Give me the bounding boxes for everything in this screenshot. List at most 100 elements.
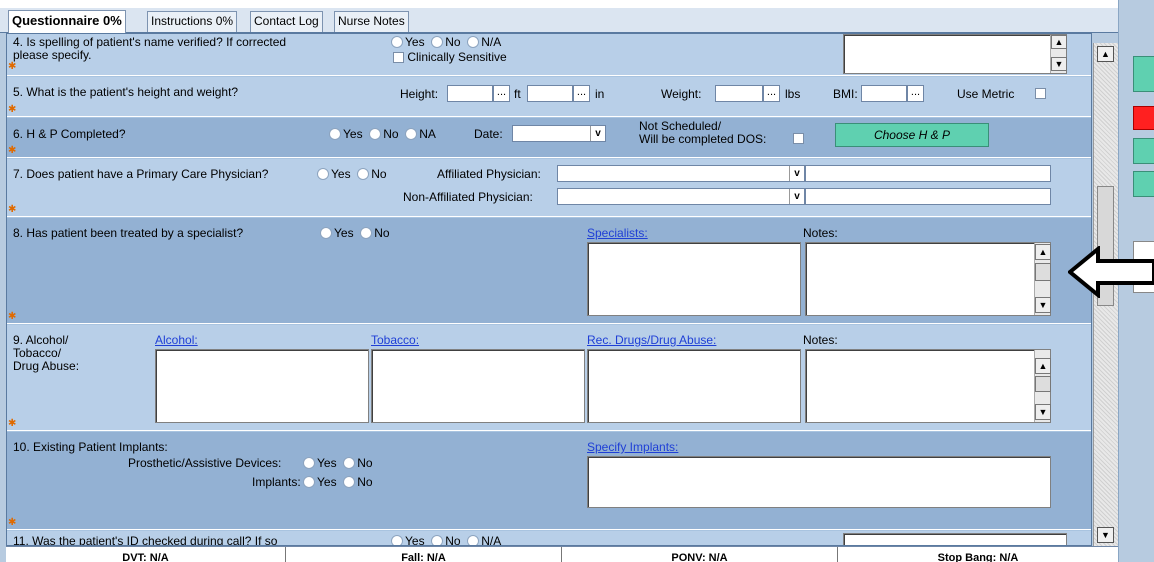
implants-no-radio[interactable] (343, 476, 356, 488)
prosthetic-options: Yes No (303, 456, 373, 470)
prosthetic-no-radio[interactable] (343, 457, 356, 469)
question-6-text: 6. H & P Completed? (13, 127, 126, 141)
scroll-up-icon[interactable]: ▲ (1035, 358, 1051, 374)
q11-na-radio[interactable] (467, 535, 480, 545)
q6-date-dropdown[interactable]: v (512, 125, 606, 142)
required-star-icon: ✱ (8, 311, 17, 322)
q4-yes-radio[interactable] (391, 36, 403, 48)
affiliated-physician-label: Affiliated Physician: (437, 167, 541, 181)
rec-drugs-link[interactable]: Rec. Drugs/Drug Abuse: (587, 333, 716, 347)
height-ft-input[interactable] (447, 85, 493, 102)
bmi-lookup-button[interactable]: ... (907, 85, 924, 102)
q8-no-label: No (374, 226, 390, 240)
chevron-down-icon[interactable]: v (789, 166, 804, 181)
tab-nurse-notes[interactable]: Nurse Notes (334, 11, 409, 32)
q11-textbox[interactable] (843, 533, 1067, 545)
q11-na-label: N/A (481, 534, 502, 546)
q4-no-radio[interactable] (431, 36, 444, 48)
q8-notes-label: Notes: (803, 226, 838, 240)
question-6-row: 6. H & P Completed? ✱ Yes No NA Date: v … (7, 118, 1091, 158)
q8-no-radio[interactable] (360, 227, 373, 239)
q8-notes-textbox[interactable]: ▲ ▼ (805, 242, 1051, 316)
specify-implants-link[interactable]: Specify Implants: (587, 440, 678, 454)
q4-textbox-scrollbar[interactable]: ▲ ▼ (1050, 35, 1067, 73)
height-in-input[interactable] (527, 85, 573, 102)
choose-h-and-p-button[interactable]: Choose H & P (835, 123, 989, 147)
q6-no-radio[interactable] (369, 128, 382, 140)
question-9-text-line1: 9. Alcohol/ (13, 333, 69, 347)
question-5-row: 5. What is the patient's height and weig… (7, 77, 1091, 117)
scroll-up-icon[interactable]: ▲ (1051, 35, 1067, 49)
required-star-icon: ✱ (8, 104, 17, 115)
chevron-down-icon[interactable]: v (789, 189, 804, 204)
q11-yes-radio[interactable] (391, 535, 403, 545)
tab-instructions[interactable]: Instructions 0% (147, 11, 238, 32)
alcohol-link[interactable]: Alcohol: (155, 333, 198, 347)
q7-yes-radio[interactable] (317, 168, 329, 180)
scroll-thumb[interactable] (1035, 263, 1051, 281)
left-arrow-icon (1068, 246, 1154, 298)
question-11-text: 11. Was the patient's ID checked during … (13, 534, 278, 546)
q6-yes-radio[interactable] (329, 128, 341, 140)
q4-na-radio[interactable] (467, 36, 480, 48)
weight-input[interactable] (715, 85, 763, 102)
implants-yes-radio[interactable] (303, 476, 315, 488)
bmi-input[interactable] (861, 85, 907, 102)
side-green-button-3[interactable] (1133, 171, 1154, 197)
scroll-down-icon[interactable]: ▼ (1035, 297, 1051, 313)
question-9-text-line3: Drug Abuse: (13, 359, 80, 373)
q6-na-label: NA (419, 127, 436, 141)
q4-options: Yes No N/A (391, 35, 501, 49)
tobacco-link[interactable]: Tobacco: (371, 333, 419, 347)
not-scheduled-checkbox[interactable] (793, 133, 804, 144)
affiliated-physician-dropdown[interactable]: v (557, 165, 805, 182)
q6-na-radio[interactable] (405, 128, 418, 140)
q11-no-radio[interactable] (431, 535, 444, 545)
q8-yes-radio[interactable] (320, 227, 332, 239)
q7-no-label: No (371, 167, 387, 181)
q7-no-radio[interactable] (357, 168, 370, 180)
specialists-textbox[interactable] (587, 242, 801, 316)
fall-score: Fall: N/A (286, 547, 562, 562)
non-affiliated-physician-detail[interactable] (805, 188, 1051, 205)
question-9-text-line2: Tobacco/ (13, 346, 62, 360)
scroll-down-icon[interactable]: ▼ (1097, 527, 1114, 543)
weight-lookup-button[interactable]: ... (763, 85, 780, 102)
height-in-lookup-button[interactable]: ... (573, 85, 590, 102)
question-11-row: 11. Was the patient's ID checked during … (7, 531, 1091, 546)
q8-options: Yes No (320, 226, 390, 240)
scroll-up-icon[interactable]: ▲ (1097, 46, 1114, 62)
specialists-link[interactable]: Specialists: (587, 226, 648, 240)
required-star-icon: ✱ (8, 61, 17, 72)
chevron-down-icon[interactable]: v (590, 126, 605, 141)
non-affiliated-physician-dropdown[interactable]: v (557, 188, 805, 205)
q9-notes-textbox[interactable]: ▲ ▼ (805, 349, 1051, 423)
side-green-button-2[interactable] (1133, 138, 1154, 164)
side-green-button-1[interactable] (1133, 56, 1154, 92)
q8-notes-scrollbar[interactable]: ▲ ▼ (1034, 243, 1051, 315)
question-4-text-line1: 4. Is spelling of patient's name verifie… (13, 35, 287, 49)
affiliated-physician-detail[interactable] (805, 165, 1051, 182)
q4-na-label: N/A (481, 35, 502, 49)
scroll-down-icon[interactable]: ▼ (1051, 57, 1067, 71)
rec-drugs-textbox[interactable] (587, 349, 801, 423)
scroll-up-icon[interactable]: ▲ (1035, 244, 1051, 260)
alcohol-textbox[interactable] (155, 349, 369, 423)
specify-implants-textbox[interactable] (587, 456, 1051, 508)
clinically-sensitive-checkbox[interactable] (393, 52, 404, 63)
q6-date-label: Date: (474, 127, 503, 141)
tobacco-textbox[interactable] (371, 349, 585, 423)
use-metric-checkbox[interactable] (1035, 88, 1046, 99)
q9-notes-scrollbar[interactable]: ▲ ▼ (1034, 350, 1051, 422)
dvt-score: DVT: N/A (6, 547, 286, 562)
side-red-button[interactable] (1133, 106, 1154, 130)
prosthetic-yes-radio[interactable] (303, 457, 315, 469)
height-ft-lookup-button[interactable]: ... (493, 85, 510, 102)
tab-contact-log[interactable]: Contact Log (250, 11, 323, 32)
q4-clinically-sensitive: Clinically Sensitive (393, 50, 507, 64)
required-star-icon: ✱ (8, 204, 17, 215)
q4-specify-textbox[interactable]: ▲ ▼ (843, 34, 1067, 74)
scroll-thumb[interactable] (1035, 376, 1051, 392)
scroll-down-icon[interactable]: ▼ (1035, 404, 1051, 420)
tab-questionnaire[interactable]: Questionnaire 0% (8, 10, 126, 33)
